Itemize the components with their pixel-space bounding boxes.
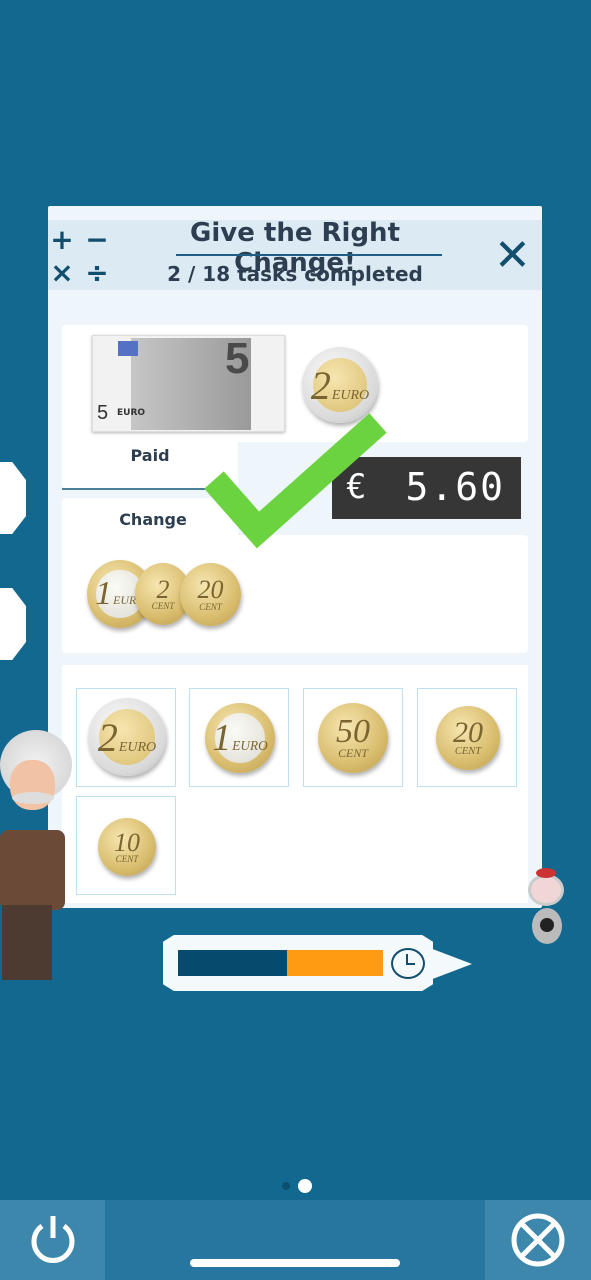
price-amount: 5.60 — [405, 465, 505, 509]
tools-off-button[interactable] — [485, 1200, 591, 1280]
power-button[interactable] — [0, 1200, 105, 1280]
side-tab[interactable] — [0, 588, 26, 660]
timer-bubble-tail — [430, 948, 472, 980]
banknote-value-small: 5 — [97, 402, 109, 424]
tray-cell-20-cent[interactable]: 20 CENT — [417, 688, 517, 787]
robot-character — [522, 868, 574, 968]
change-coin[interactable]: 20 CENT — [180, 563, 241, 626]
task-progress-text: 2 / 18 tasks completed — [167, 262, 423, 286]
clock-icon — [391, 948, 425, 979]
title-divider — [176, 254, 442, 256]
checkmark-icon — [204, 413, 387, 549]
plus-icon: + — [50, 223, 74, 256]
tray-cell-50-cent[interactable]: 50 CENT — [303, 688, 403, 787]
home-indicator[interactable] — [190, 1259, 400, 1267]
page-dot-active[interactable] — [298, 1179, 312, 1193]
timer-bar-elapsed — [178, 950, 287, 976]
einstein-character — [0, 730, 75, 985]
banknote-value: 5 — [225, 334, 250, 383]
minus-icon: − — [85, 223, 109, 256]
close-icon[interactable]: ✕ — [494, 232, 531, 280]
tray-cell-10-cent[interactable]: 10 CENT — [76, 796, 176, 895]
side-tab[interactable] — [0, 462, 26, 534]
eu-flag-icon — [118, 341, 138, 356]
divider — [62, 488, 212, 490]
divide-icon: ÷ — [85, 256, 109, 289]
timer-bar — [178, 950, 383, 976]
tray-cell-1-euro[interactable]: 1 EURO — [189, 688, 289, 787]
times-icon: × — [50, 256, 74, 289]
tray-cell-2-euro[interactable]: 2 EURO — [76, 688, 176, 787]
banknote-unit: EURO — [117, 408, 146, 418]
power-icon — [31, 1216, 74, 1263]
page-dot[interactable] — [282, 1182, 290, 1190]
no-tools-icon — [511, 1213, 565, 1267]
